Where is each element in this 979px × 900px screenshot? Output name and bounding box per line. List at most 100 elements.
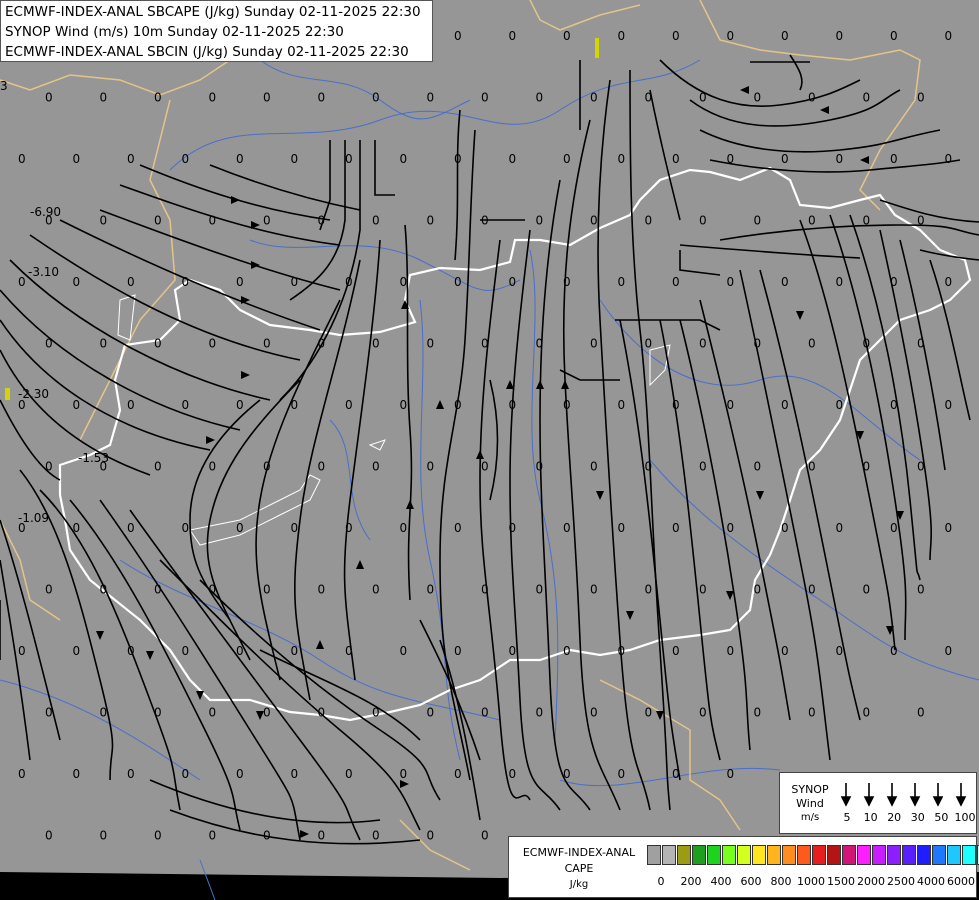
cape-value-label: 0 xyxy=(154,337,162,351)
cape-tick-label: 2500 xyxy=(887,875,915,888)
cape-value-label: 0 xyxy=(672,521,680,535)
cape-value-label: 0 xyxy=(345,767,353,781)
cape-color-swatch xyxy=(797,845,811,865)
title-line-wind: SYNOP Wind (m/s) 10m Sunday 02-11-2025 2… xyxy=(5,24,344,40)
cape-color-swatch xyxy=(842,845,856,865)
cape-value-label: 0 xyxy=(590,460,598,474)
cape-value-label: 0 xyxy=(781,275,789,289)
cape-value-label: 0 xyxy=(945,521,953,535)
cape-value-label: 0 xyxy=(127,398,135,412)
cape-value-label: 0 xyxy=(563,644,571,658)
cape-value-label: 0 xyxy=(372,337,380,351)
cape-value-label: 0 xyxy=(563,152,571,166)
cape-value-label: 0 xyxy=(209,337,217,351)
cape-value-label: 0 xyxy=(808,460,816,474)
cape-value-label: 0 xyxy=(345,152,353,166)
cin-label: -6.90 xyxy=(30,205,61,219)
cape-value-label: 0 xyxy=(481,706,489,720)
cape-value-label: 0 xyxy=(672,152,680,166)
cape-value-label: 0 xyxy=(590,337,598,351)
cape-value-label: 0 xyxy=(154,214,162,228)
cape-color-scale xyxy=(647,845,979,867)
cape-tick-label: 600 xyxy=(740,875,762,888)
cape-value-label: 0 xyxy=(808,91,816,105)
cape-value-label: 0 xyxy=(536,91,544,105)
cape-value-label: 0 xyxy=(536,337,544,351)
cape-value-label: 0 xyxy=(18,767,26,781)
cape-value-label: 0 xyxy=(754,583,762,597)
cape-value-label: 0 xyxy=(836,29,844,43)
cape-value-label: 0 xyxy=(727,152,735,166)
cape-value-label: 0 xyxy=(127,152,135,166)
cape-value-label: 0 xyxy=(454,152,462,166)
cape-value-label: 0 xyxy=(18,644,26,658)
cape-value-label: 0 xyxy=(781,398,789,412)
cape-value-label: 0 xyxy=(236,644,244,658)
cape-value-label: 0 xyxy=(618,275,626,289)
cape-value-label: 0 xyxy=(699,583,707,597)
cape-value-label: 0 xyxy=(318,829,326,843)
cape-value-label: 0 xyxy=(427,829,435,843)
cape-value-label: 0 xyxy=(73,275,81,289)
cape-value-label: 0 xyxy=(645,91,653,105)
cape-value-label: 0 xyxy=(863,337,871,351)
cape-value-label: 0 xyxy=(372,460,380,474)
cape-value-label: 0 xyxy=(73,521,81,535)
cape-value-label: 0 xyxy=(672,767,680,781)
cape-value-label: 0 xyxy=(45,706,53,720)
cape-value-label: 0 xyxy=(727,275,735,289)
wind-speed-label: 10 xyxy=(863,811,878,824)
cape-value-label: 0 xyxy=(945,29,953,43)
cape-value-label: 0 xyxy=(536,583,544,597)
cape-value-label: 0 xyxy=(454,767,462,781)
cape-value-label: 0 xyxy=(699,706,707,720)
cape-color-swatch xyxy=(962,845,976,865)
wind-legend-label: SYNOP Wind m/s xyxy=(784,783,836,825)
cape-value-label: 0 xyxy=(509,644,517,658)
cape-tick-label: 400 xyxy=(710,875,732,888)
cape-value-label: 0 xyxy=(754,706,762,720)
cape-color-swatch xyxy=(917,845,931,865)
cape-value-label: 0 xyxy=(236,767,244,781)
cape-tick-label: 1500 xyxy=(827,875,855,888)
weather-map: 0 0 0 0 0 0 0 0 0 0 0 0 0 0 0 0 0 0 0 0 0 0 0 0 0 0 0 0 0 0 0 0 0 0 0 0 0 0 0 0… xyxy=(0,0,979,900)
cape-value-label: 0 xyxy=(808,337,816,351)
cape-value-label: 0 xyxy=(481,829,489,843)
cape-value-label: 0 xyxy=(454,521,462,535)
cape-value-label: 0 xyxy=(536,214,544,228)
cape-value-label: 0 xyxy=(781,152,789,166)
cape-value-label: 0 xyxy=(400,521,408,535)
cape-value-label: 0 xyxy=(509,275,517,289)
cape-value-label: 0 xyxy=(182,521,190,535)
cape-value-label: 0 xyxy=(781,644,789,658)
cape-value-label: 0 xyxy=(154,460,162,474)
cape-value-label: 0 xyxy=(836,644,844,658)
cape-value-label: 0 xyxy=(563,29,571,43)
cin-label: -2.30 xyxy=(18,387,49,401)
cape-value-label: 0 xyxy=(100,337,108,351)
cape-value-label: 0 xyxy=(808,583,816,597)
cape-value-label: 0 xyxy=(754,337,762,351)
cape-value-label: 0 xyxy=(209,583,217,597)
cape-color-swatch xyxy=(662,845,676,865)
cape-value-label: 0 xyxy=(263,706,271,720)
cape-value-label: 0 xyxy=(182,275,190,289)
cape-value-label: 0 xyxy=(209,706,217,720)
cape-value-label: 0 xyxy=(672,644,680,658)
cape-value-label: 0 xyxy=(372,214,380,228)
cape-value-label: 0 xyxy=(672,29,680,43)
cape-value-label: 0 xyxy=(45,829,53,843)
cape-value-label: 0 xyxy=(509,152,517,166)
wind-legend-arrows xyxy=(840,783,967,807)
cape-value-label: 0 xyxy=(427,583,435,597)
cin-label: -3.10 xyxy=(28,265,59,279)
cape-value-label: 0 xyxy=(291,152,299,166)
cape-value-label: 0 xyxy=(563,398,571,412)
cape-color-swatch xyxy=(872,845,886,865)
cape-value-label: 0 xyxy=(890,152,898,166)
cape-value-label: 0 xyxy=(836,152,844,166)
cape-color-swatch xyxy=(722,845,736,865)
cape-value-label: 0 xyxy=(672,398,680,412)
cape-legend-title: ECMWF-INDEX-ANAL xyxy=(522,846,636,859)
cape-tick-label: 1000 xyxy=(797,875,825,888)
